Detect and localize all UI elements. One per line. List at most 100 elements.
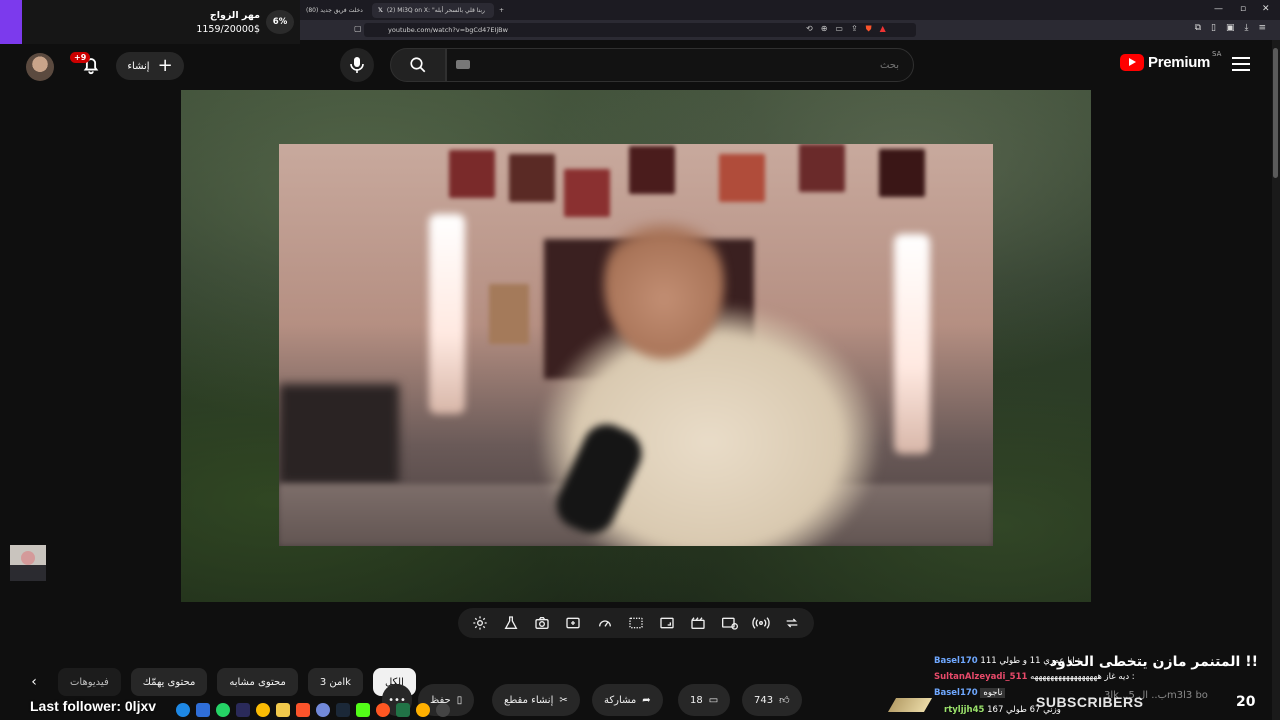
search-button[interactable]: [390, 48, 446, 82]
voice-search-button[interactable]: [340, 48, 374, 82]
comment-icon: ▭: [708, 694, 719, 706]
minimize-icon[interactable]: —: [1214, 4, 1223, 14]
youtube-logo[interactable]: Premium: [1120, 54, 1210, 71]
chat-text: انا عمري 11 و طولي 111 :: [980, 656, 1081, 666]
donation-goal-widget: مهر الزواج 1159/20000$ 6%: [0, 0, 300, 44]
app-icon[interactable]: [416, 703, 430, 717]
chevron-left-icon[interactable]: ‹: [22, 670, 46, 694]
player-tools-bar: [458, 608, 814, 638]
scrollbar-thumb[interactable]: [1273, 48, 1278, 178]
folder-icon[interactable]: [276, 703, 290, 717]
poster-shape: [799, 144, 845, 192]
sidebar-icon[interactable]: ▯: [1211, 23, 1216, 33]
download-icon[interactable]: ⤓: [1244, 23, 1248, 33]
create-button[interactable]: إنشاء +: [116, 52, 184, 80]
stream-headline: المتنمر مازن يتخطى الحدود !!: [1049, 654, 1258, 670]
chat-username: SultanAlzeyadi_511: [934, 672, 1028, 682]
chat-username: rtyljjh45: [944, 705, 985, 715]
like-button[interactable]: 743 👍︎: [742, 684, 802, 716]
search-input[interactable]: [446, 48, 914, 82]
country-code: SA: [1212, 50, 1222, 58]
comments-count: 18: [690, 694, 703, 706]
comments-button[interactable]: 18 ▭: [678, 684, 731, 716]
add-screen-icon[interactable]: [563, 613, 583, 633]
plus-icon: +: [157, 55, 173, 76]
edge-icon[interactable]: [176, 703, 190, 717]
url-action-icons: ⟲ ⊕ ▭ ⇪ ⛊ ▲: [806, 24, 886, 34]
head-shape: [604, 209, 724, 359]
donation-title: مهر الزواج: [209, 10, 260, 21]
video-settings-icon[interactable]: [720, 613, 740, 633]
poster-shape: [719, 154, 765, 202]
chip-from-channel[interactable]: من 3lk: [307, 668, 363, 696]
menu-icon[interactable]: ≡: [1258, 23, 1266, 33]
firefox-icon[interactable]: [376, 703, 390, 717]
premiere-icon[interactable]: [236, 703, 250, 717]
brave-icon[interactable]: [296, 703, 310, 717]
resize-frame-icon[interactable]: [657, 613, 677, 633]
chrome-icon[interactable]: [256, 703, 270, 717]
steam-icon[interactable]: [336, 703, 350, 717]
video-player[interactable]: [181, 90, 1091, 602]
translate-icon[interactable]: ⟲: [806, 24, 813, 34]
maximize-icon[interactable]: ▫: [1240, 4, 1246, 14]
microphone-icon: [350, 57, 364, 73]
zoom-icon[interactable]: ⊕: [821, 24, 828, 34]
chip-for-you[interactable]: محتوى يهمّك: [130, 668, 208, 696]
share-button[interactable]: مشاركة ➦: [592, 684, 663, 716]
clip-label: إنشاء مقطع: [504, 694, 554, 706]
thumbs-up-icon: 👍︎: [779, 695, 790, 706]
camera-icon[interactable]: [532, 613, 552, 633]
x-icon: 𝕏: [378, 7, 383, 14]
share-icon[interactable]: ⇪: [851, 24, 858, 34]
wallet-icon[interactable]: ▣: [1226, 23, 1235, 33]
poster-shape: [509, 154, 555, 202]
bookmark-icon[interactable]: ▢: [354, 24, 362, 33]
screenshot-icon[interactable]: ▭: [835, 24, 843, 34]
kick-icon[interactable]: [356, 703, 370, 717]
chip-similar[interactable]: محتوى مشابه: [217, 668, 298, 696]
speed-gauge-icon[interactable]: [595, 613, 615, 633]
chat-username: Basel170: [934, 688, 978, 698]
last-follower: Last follower: 0ljxv: [30, 698, 157, 714]
poster-shape: [564, 169, 610, 217]
chat-text: ديه غاز هههههههههههههههههه :: [1030, 672, 1135, 682]
poster-shape: [629, 146, 675, 194]
url-text: youtube.com/watch?v=bgCd47EIjBw: [388, 26, 508, 34]
lamp-shape: [894, 234, 930, 454]
chat-username: Basel170: [934, 656, 978, 666]
rewards-icon[interactable]: ▲: [880, 24, 886, 34]
screen: { "browser": { "tabs": [ {"label": "(80)…: [0, 0, 1280, 720]
account-avatar[interactable]: [26, 53, 54, 81]
gear-icon[interactable]: [470, 613, 490, 633]
whatsapp-icon[interactable]: [216, 703, 230, 717]
extensions-icon[interactable]: ⧉: [1195, 23, 1201, 33]
dashed-frame-icon[interactable]: [626, 613, 646, 633]
browser-tab-active[interactable]: 𝕏 (2) Mi3Q on X: "ربنا قلي بالسحر أبله: [372, 3, 494, 18]
loop-icon[interactable]: [782, 613, 802, 633]
clip-button[interactable]: إنشاء مقطع ✂: [492, 684, 580, 716]
alert-stripe: [887, 698, 933, 712]
broadcast-icon[interactable]: [751, 613, 771, 633]
youtube-header: +9 إنشاء + Premium SA: [0, 40, 1280, 90]
poster-shape: [449, 150, 495, 198]
poster-shape: [489, 284, 529, 344]
browser-tab[interactable]: (80) دخلت فريق جديد: [300, 3, 370, 18]
guide-menu-button[interactable]: [1232, 57, 1250, 71]
keyboard-icon[interactable]: [456, 60, 470, 69]
clapperboard-icon[interactable]: [688, 613, 708, 633]
discord-icon[interactable]: [316, 703, 330, 717]
flask-icon[interactable]: [501, 613, 521, 633]
close-icon[interactable]: ✕: [1262, 4, 1270, 14]
shield-icon[interactable]: ⛊: [866, 24, 872, 34]
new-tab-button[interactable]: +: [496, 3, 510, 18]
chip-videos[interactable]: فيديوهات: [58, 668, 121, 696]
excel-icon[interactable]: [396, 703, 410, 717]
donation-accent-bar: [0, 0, 22, 44]
youtube-play-icon: [1120, 54, 1144, 71]
chat-message: Basel170 ناجوه: [934, 688, 1006, 698]
logo-text: Premium: [1148, 54, 1211, 71]
donation-amount: 1159/20000$: [196, 24, 260, 35]
obs-icon[interactable]: [436, 703, 450, 717]
store-icon[interactable]: [196, 703, 210, 717]
